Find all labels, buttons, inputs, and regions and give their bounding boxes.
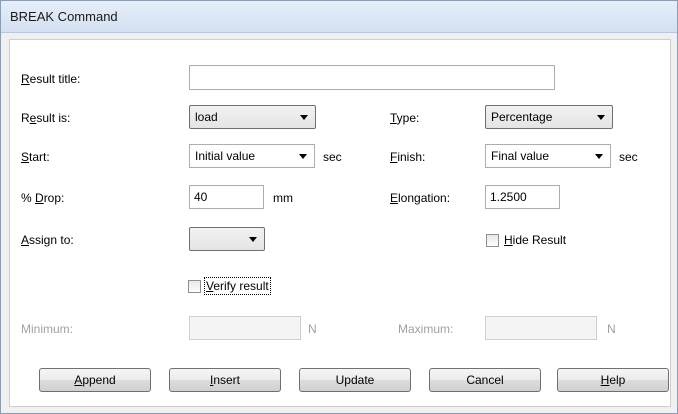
start-label: Start: <box>21 150 50 164</box>
start-unit: sec <box>323 150 342 164</box>
assign-to-dropdown[interactable] <box>189 227 265 251</box>
title-bar: BREAK Command <box>1 1 677 33</box>
maximum-input[interactable] <box>485 316 597 340</box>
elongation-label: Elongation: <box>390 191 451 205</box>
hide-result-label[interactable]: Hide Result <box>504 233 566 247</box>
chevron-down-icon <box>299 154 307 159</box>
break-command-dialog: BREAK Command Result title: Result is: l… <box>0 0 678 414</box>
type-dropdown[interactable]: Percentage <box>485 105 613 129</box>
dialog-title: BREAK Command <box>10 9 118 24</box>
type-label: Type: <box>390 111 420 125</box>
hide-result-checkbox[interactable] <box>486 234 499 247</box>
result-is-label: Result is: <box>21 111 71 125</box>
chevron-down-icon <box>597 115 605 120</box>
result-title-label: Result title: <box>21 72 81 86</box>
minimum-label: Minimum: <box>21 322 74 336</box>
minimum-input[interactable] <box>189 316 301 340</box>
start-dropdown[interactable]: Initial value <box>189 144 315 168</box>
help-button[interactable]: Help <box>557 368 669 392</box>
elongation-input[interactable]: 1.2500 <box>485 185 560 209</box>
finish-label: Finish: <box>390 150 426 164</box>
chevron-down-icon <box>300 115 308 120</box>
drop-unit: mm <box>273 191 293 205</box>
drop-input[interactable]: 40 <box>189 185 264 209</box>
drop-label: % Drop: <box>21 191 65 205</box>
cancel-button[interactable]: Cancel <box>429 368 541 392</box>
result-is-dropdown[interactable]: load <box>189 105 316 129</box>
chevron-down-icon <box>595 154 603 159</box>
dialog-body: Result title: Result is: load Type: Perc… <box>9 39 671 407</box>
maximum-unit: N <box>607 322 616 336</box>
assign-to-label: Assign to: <box>21 233 74 247</box>
verify-result-label[interactable]: Verify result <box>204 277 271 295</box>
finish-unit: sec <box>619 150 638 164</box>
minimum-unit: N <box>308 322 317 336</box>
maximum-label: Maximum: <box>398 322 454 336</box>
finish-dropdown[interactable]: Final value <box>485 144 611 168</box>
update-button[interactable]: Update <box>299 368 411 392</box>
result-title-input[interactable] <box>189 65 555 90</box>
append-button[interactable]: Append <box>39 368 151 392</box>
insert-button[interactable]: Insert <box>169 368 281 392</box>
verify-result-checkbox[interactable] <box>188 280 201 293</box>
chevron-down-icon <box>249 237 257 242</box>
